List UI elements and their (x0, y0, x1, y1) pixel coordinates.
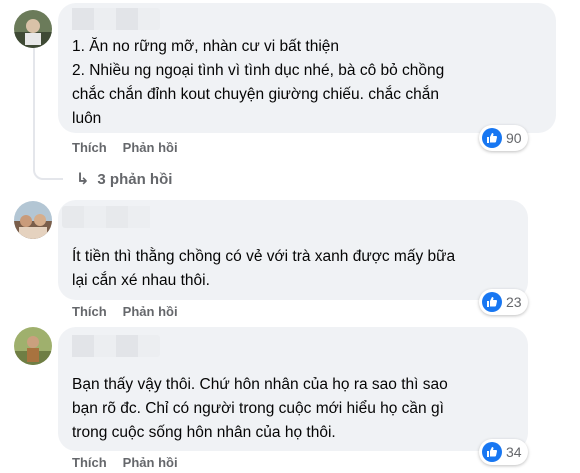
commenter-name-blurred[interactable] (72, 8, 160, 30)
reply-arrow-icon: ↳ (76, 171, 90, 188)
like-button[interactable]: Thích (72, 455, 107, 470)
comment-bubble: Bạn thấy vậy thôi. Chứ hôn nhân của họ r… (58, 327, 528, 451)
reply-button[interactable]: Phản hồi (123, 455, 178, 470)
like-button[interactable]: Thích (72, 304, 107, 319)
view-replies-link[interactable]: ↳ 3 phản hồi (76, 169, 172, 189)
view-replies-label: 3 phản hồi (97, 170, 173, 188)
comment-text: Ít tiền thì thằng chồng có vẻ với trà xa… (72, 248, 456, 289)
reply-button[interactable]: Phản hồi (123, 304, 178, 319)
reaction-summary[interactable]: 34 (479, 439, 528, 465)
comment-text: 1. Ăn no rững mỡ, nhàn cư vi bất thiện 2… (72, 38, 445, 127)
like-button[interactable]: Thích (72, 140, 107, 155)
reaction-count: 34 (506, 444, 522, 460)
comment-bubble: Ít tiền thì thằng chồng có vẻ với trà xa… (58, 200, 528, 300)
comment-actions: Thích Phản hồi (72, 455, 178, 470)
reply-button[interactable]: Phản hồi (123, 140, 178, 155)
comment-bubble: 1. Ăn no rững mỡ, nhàn cư vi bất thiện 2… (58, 3, 556, 133)
comment-actions: Thích Phản hồi (72, 304, 178, 319)
comment-actions: Thích Phản hồi (72, 140, 178, 155)
like-reaction-icon (482, 292, 502, 312)
reaction-summary[interactable]: 90 (479, 125, 528, 151)
avatar[interactable] (14, 327, 52, 365)
like-reaction-icon (482, 128, 502, 148)
avatar[interactable] (14, 10, 52, 48)
reaction-count: 90 (506, 130, 522, 146)
reaction-count: 23 (506, 294, 522, 310)
reply-thread-connector (33, 168, 63, 180)
comment-text: Bạn thấy vậy thôi. Chứ hôn nhân của họ r… (72, 376, 448, 441)
reply-thread-line (33, 48, 35, 170)
avatar[interactable] (14, 201, 52, 239)
reaction-summary[interactable]: 23 (479, 289, 528, 315)
like-reaction-icon (482, 442, 502, 462)
commenter-name-blurred[interactable] (62, 206, 150, 228)
commenter-name-blurred[interactable] (72, 335, 160, 357)
